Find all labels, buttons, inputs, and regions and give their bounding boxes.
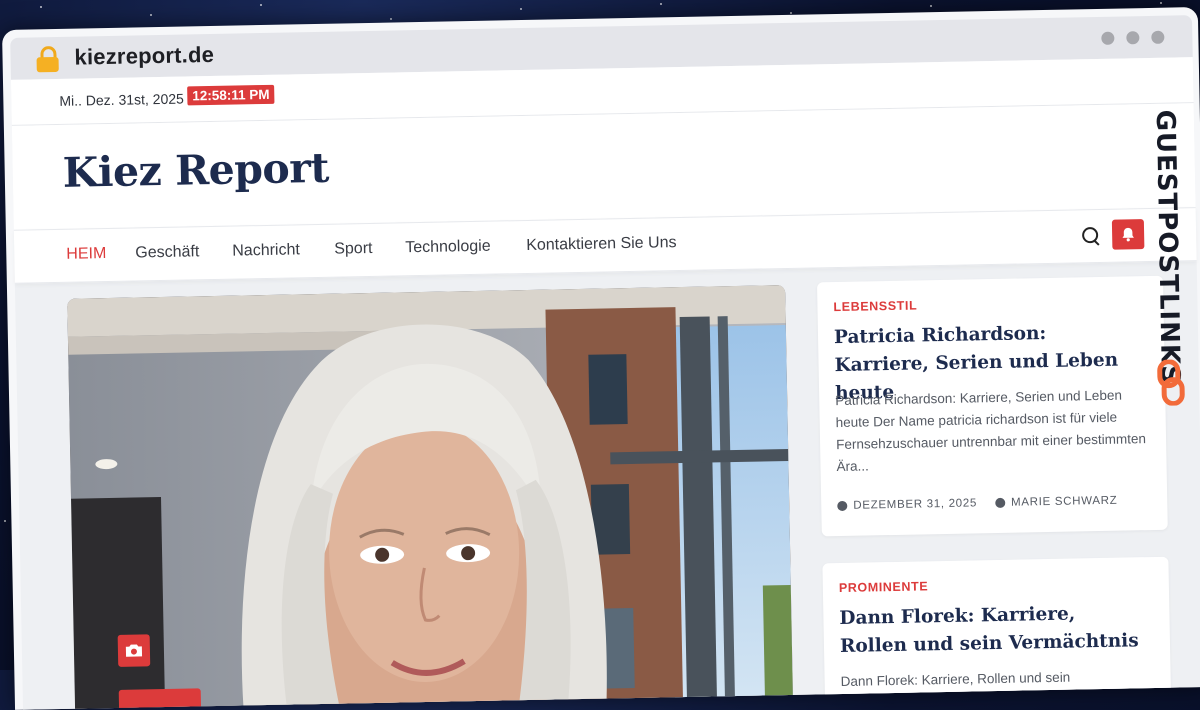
gallery-button[interactable] — [117, 634, 151, 667]
current-date: Mi.. Dez. 31st, 2025 — [59, 90, 185, 109]
webpage: Mi.. Dez. 31st, 2025 12:58:11 PM Kiez Re… — [10, 57, 1200, 710]
browser-window: kiezreport.de Mi.. Dez. 31st, 2025 12:58… — [2, 7, 1200, 710]
window-dot-icon[interactable] — [1101, 31, 1115, 45]
nav-item-technologie[interactable]: Technologie — [405, 238, 491, 258]
portrait-photo — [67, 285, 794, 710]
article-date[interactable]: DEZEMBER 31, 2025 — [853, 497, 977, 511]
article-card[interactable]: PROMINENTE Dann Florek: Karriere, Rollen… — [822, 556, 1172, 710]
nav-item-heim[interactable]: HEIM — [66, 245, 106, 264]
guestpostlinks-watermark: GUESTPOSTLINKS — [1146, 109, 1192, 420]
clock-icon — [837, 500, 848, 512]
site-title[interactable]: Kiez Report — [62, 144, 329, 197]
hero-category-badge[interactable] — [118, 688, 202, 710]
nav-item-nachricht[interactable]: Nachricht — [232, 241, 300, 260]
live-clock: 12:58:11 PM — [187, 84, 275, 106]
bell-icon — [1122, 227, 1134, 242]
camera-icon — [125, 644, 143, 657]
notification-button[interactable] — [1111, 219, 1145, 250]
article-category[interactable]: LEBENSSTIL — [833, 298, 917, 314]
article-meta: DEZEMBER 31, 2025 MARIE SCHWARZ — [837, 495, 1118, 512]
nav-item-sport[interactable]: Sport — [334, 240, 373, 259]
user-icon — [994, 497, 1006, 509]
nav-item-kontakt[interactable]: Kontaktieren Sie Uns — [526, 234, 677, 255]
article-author[interactable]: MARIE SCHWARZ — [1011, 495, 1118, 509]
chain-link-icon — [1157, 359, 1185, 406]
watermark-text: GUESTPOSTLINKS — [1149, 109, 1186, 386]
article-excerpt: Patricia Richardson: Karriere, Serien un… — [835, 387, 1147, 475]
nav-item-geschaeft[interactable]: Geschäft — [135, 243, 199, 262]
url-text[interactable]: kiezreport.de — [74, 42, 214, 71]
lock-icon — [36, 45, 59, 73]
window-controls — [1101, 30, 1165, 45]
article-card[interactable]: LEBENSSTIL Patricia Richardson: Karriere… — [816, 275, 1168, 537]
article-title[interactable]: Dann Florek: Karriere, Rollen und sein V… — [839, 599, 1140, 661]
article-category[interactable]: PROMINENTE — [839, 579, 929, 595]
window-dot-icon[interactable] — [1126, 31, 1140, 45]
search-icon[interactable] — [1081, 226, 1099, 244]
article-excerpt: Dann Florek: Karriere, Rollen und sein — [840, 669, 1071, 690]
window-dot-icon[interactable] — [1151, 30, 1165, 44]
featured-article-image[interactable] — [67, 285, 794, 710]
